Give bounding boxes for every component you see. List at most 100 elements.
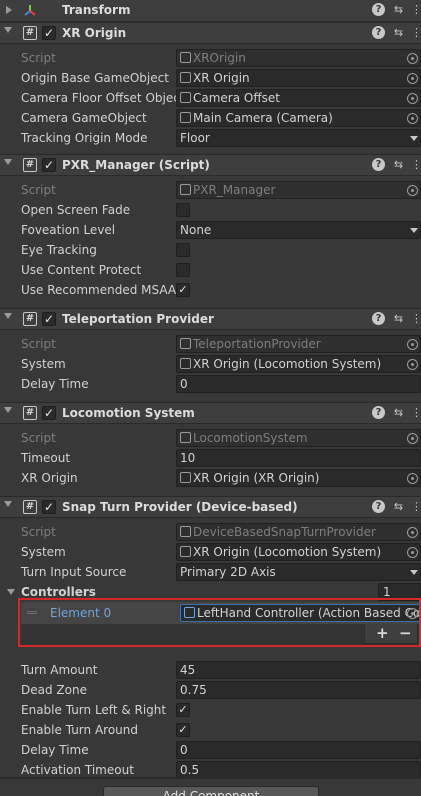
foldout-arrow-icon[interactable] [6,6,12,14]
script-field: DeviceBasedSnapTurnProvider [176,523,421,541]
help-icon[interactable]: ? [372,26,385,39]
property-row-camera-gameobject: Camera GameObject Main Camera (Camera) [0,108,421,128]
property-row-system: System XR Origin (Locomotion System) [0,542,421,562]
help-icon[interactable]: ? [372,500,385,513]
property-row-eye-tracking: Eye Tracking [0,240,421,260]
property-row-msaa: Use Recommended MSAA ✓ [0,280,421,300]
object-picker-icon[interactable] [407,473,418,484]
script-icon: # [23,500,37,514]
property-label: Turn Input Source [21,565,127,579]
property-row-script: Script PXR_Manager [0,180,421,200]
more-options-icon[interactable]: ⋮ [410,406,421,419]
component-enabled-checkbox[interactable]: ✓ [42,406,56,420]
foldout-arrow-icon[interactable] [4,407,12,413]
script-icon: # [23,26,37,40]
snap-turn-header[interactable]: # ✓ Snap Turn Provider (Device-based) ? … [0,496,421,518]
open-screen-fade-checkbox[interactable] [176,203,190,217]
foldout-arrow-icon[interactable] [4,501,12,507]
foldout-arrow-icon[interactable] [4,313,12,319]
enable-turn-around-checkbox[interactable]: ✓ [176,723,190,737]
component-title: Snap Turn Provider (Device-based) [62,500,298,514]
turn-amount-input[interactable]: 45 [176,661,421,679]
delay-time-input[interactable]: 0 [176,741,421,759]
property-row-turn-amount: Turn Amount 45 [0,660,421,680]
help-icon[interactable]: ? [372,158,385,171]
object-picker-icon[interactable] [407,73,418,84]
object-picker-icon[interactable] [407,93,418,104]
object-picker-icon[interactable] [407,113,418,124]
preset-icon[interactable]: ⇆ [392,158,405,171]
preset-icon[interactable]: ⇆ [392,26,405,39]
foveation-level-dropdown[interactable]: None [176,221,421,239]
component-enabled-checkbox[interactable]: ✓ [42,500,56,514]
property-label: XR Origin [21,471,78,485]
property-row-turn-around: Enable Turn Around ✓ [0,720,421,740]
script-icon: # [23,406,37,420]
system-field[interactable]: XR Origin (Locomotion System) [176,543,421,561]
property-row-tracking-mode: Tracking Origin Mode Floor [0,128,421,148]
property-row-camera-floor-offset: Camera Floor Offset Object Camera Offset [0,88,421,108]
property-label: Script [21,183,56,197]
script-file-icon [180,546,191,557]
object-picker-icon[interactable] [407,359,418,370]
property-label: Tracking Origin Mode [21,131,148,145]
object-picker-icon[interactable] [407,547,418,558]
property-label: Turn Amount [21,663,98,677]
more-options-icon[interactable]: ⋮ [410,3,421,16]
preset-icon[interactable]: ⇆ [392,500,405,513]
timeout-input[interactable]: 10 [176,449,421,467]
msaa-checkbox[interactable]: ✓ [176,283,190,297]
preset-icon[interactable]: ⇆ [392,406,405,419]
highlight-box [18,598,421,647]
property-label: Use Content Protect [21,263,142,277]
gameobject-icon [180,92,191,103]
pxr-manager-header[interactable]: # ✓ PXR_Manager (Script) ? ⇆ ⋮ [0,154,421,176]
enable-turn-left-right-checkbox[interactable]: ✓ [176,703,190,717]
more-options-icon[interactable]: ⋮ [410,158,421,171]
help-icon[interactable]: ? [372,312,385,325]
transform-header[interactable]: Transform ? ⇆ ⋮ [0,0,421,22]
script-file-icon [180,432,191,443]
help-icon[interactable]: ? [372,3,385,16]
more-options-icon[interactable]: ⋮ [410,26,421,39]
eye-tracking-checkbox[interactable] [176,243,190,257]
preset-icon[interactable]: ⇆ [392,3,405,16]
xr-origin-header[interactable]: # ✓ XR Origin ? ⇆ ⋮ [0,22,421,44]
delay-time-input[interactable]: 0 [176,375,421,393]
foldout-arrow-icon[interactable] [4,159,12,165]
component-enabled-checkbox[interactable]: ✓ [42,312,56,326]
script-file-icon [180,472,191,483]
preset-icon[interactable]: ⇆ [392,312,405,325]
property-row-content-protect: Use Content Protect [0,260,421,280]
camera-gameobject-field[interactable]: Main Camera (Camera) [176,109,421,127]
help-icon[interactable]: ? [372,406,385,419]
chevron-down-icon [410,136,418,141]
system-field[interactable]: XR Origin (Locomotion System) [176,355,421,373]
property-label: Camera Floor Offset Object [21,91,185,105]
component-enabled-checkbox[interactable]: ✓ [42,26,56,40]
locomotion-header[interactable]: # ✓ Locomotion System ? ⇆ ⋮ [0,402,421,424]
dead-zone-input[interactable]: 0.75 [176,681,421,699]
origin-base-object-field[interactable]: XR Origin [176,69,421,87]
turn-input-source-dropdown[interactable]: Primary 2D Axis [176,563,421,581]
tracking-origin-mode-dropdown[interactable]: Floor [176,129,421,147]
xr-origin-field[interactable]: XR Origin (XR Origin) [176,469,421,487]
more-options-icon[interactable]: ⋮ [410,500,421,513]
more-options-icon[interactable]: ⋮ [410,312,421,325]
component-enabled-checkbox[interactable]: ✓ [42,158,56,172]
component-title: Teleportation Provider [62,312,214,326]
foldout-arrow-icon[interactable] [7,589,15,595]
property-label: Delay Time [21,377,89,391]
teleportation-header[interactable]: # ✓ Teleportation Provider ? ⇆ ⋮ [0,308,421,330]
camera-floor-offset-field[interactable]: Camera Offset [176,89,421,107]
add-component-button[interactable]: Add Component [103,786,319,796]
property-row-open-screen-fade: Open Screen Fade [0,200,421,220]
foldout-arrow-icon[interactable] [4,27,12,33]
property-label: Open Screen Fade [21,203,131,217]
property-label: Timeout [21,451,71,465]
content-protect-checkbox[interactable] [176,263,190,277]
property-row-script: Script DeviceBasedSnapTurnProvider [0,522,421,542]
divider [0,777,421,779]
property-label: Script [21,525,56,539]
chevron-down-icon [410,570,418,575]
